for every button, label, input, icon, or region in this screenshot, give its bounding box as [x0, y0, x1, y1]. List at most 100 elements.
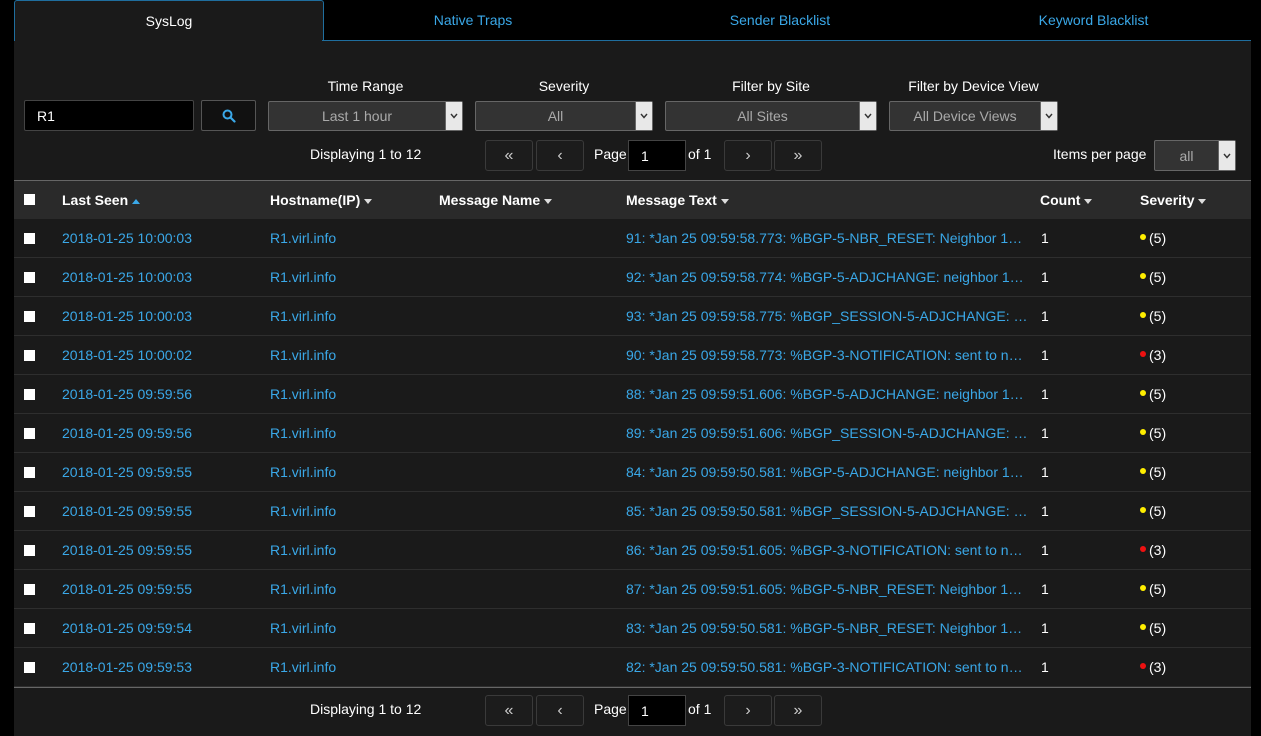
last-seen-link[interactable]: 2018-01-25 09:59:54 [62, 609, 262, 648]
table-row[interactable]: 2018-01-25 10:00:03 R1.virl.info 93: *Jan … [14, 297, 1251, 336]
search-button[interactable] [201, 100, 256, 131]
hostname-link[interactable]: R1.virl.info [270, 219, 430, 258]
message-text-link[interactable]: 93: *Jan 25 09:59:58.775: %BGP_SESSION-5… [626, 297, 1031, 336]
message-text-link[interactable]: 84: *Jan 25 09:59:50.581: %BGP-5-ADJCHAN… [626, 453, 1031, 492]
hostname-link[interactable]: R1.virl.info [270, 531, 430, 570]
row-checkbox[interactable] [24, 350, 35, 361]
message-text-link[interactable]: 85: *Jan 25 09:59:50.581: %BGP_SESSION-5… [626, 492, 1031, 531]
last-seen-link[interactable]: 2018-01-25 09:59:55 [62, 531, 262, 570]
row-checkbox[interactable] [24, 389, 35, 400]
message-text-link[interactable]: 83: *Jan 25 09:59:50.581: %BGP-5-NBR_RES… [626, 609, 1031, 648]
message-text-link[interactable]: 92: *Jan 25 09:59:58.774: %BGP-5-ADJCHAN… [626, 258, 1031, 297]
hostname-link[interactable]: R1.virl.info [270, 648, 430, 687]
table-row[interactable]: 2018-01-25 09:59:55 R1.virl.info 85: *Jan … [14, 492, 1251, 531]
last-seen-link[interactable]: 2018-01-25 10:00:03 [62, 297, 262, 336]
row-checkbox[interactable] [24, 272, 35, 283]
table-row[interactable]: 2018-01-25 09:59:55 R1.virl.info 86: *Jan … [14, 531, 1251, 570]
tab-sender-blacklist[interactable]: Sender Blacklist [624, 0, 936, 41]
message-name-cell [439, 648, 619, 687]
severity-cell: (5) [1140, 453, 1240, 492]
row-checkbox[interactable] [24, 428, 35, 439]
severity-value: (5) [1149, 620, 1167, 636]
message-text-link[interactable]: 88: *Jan 25 09:59:51.606: %BGP-5-ADJCHAN… [626, 375, 1031, 414]
severity-value: (5) [1149, 269, 1167, 285]
row-checkbox[interactable] [24, 233, 35, 244]
hostname-link[interactable]: R1.virl.info [270, 570, 430, 609]
hostname-link[interactable]: R1.virl.info [270, 258, 430, 297]
last-seen-link[interactable]: 2018-01-25 09:59:55 [62, 453, 262, 492]
table-row[interactable]: 2018-01-25 09:59:54 R1.virl.info 83: *Jan … [14, 609, 1251, 648]
sort-icon [1084, 198, 1093, 204]
last-seen-link[interactable]: 2018-01-25 09:59:56 [62, 414, 262, 453]
table-row[interactable]: 2018-01-25 10:00:02 R1.virl.info 90: *Jan … [14, 336, 1251, 375]
items-per-page-select[interactable]: all [1154, 140, 1236, 171]
table-row[interactable]: 2018-01-25 09:59:53 R1.virl.info 82: *Jan … [14, 648, 1251, 687]
hostname-link[interactable]: R1.virl.info [270, 453, 430, 492]
last-seen-link[interactable]: 2018-01-25 09:59:53 [62, 648, 262, 687]
last-seen-link[interactable]: 2018-01-25 10:00:03 [62, 258, 262, 297]
tab-native-traps[interactable]: Native Traps [322, 0, 624, 41]
table-row[interactable]: 2018-01-25 10:00:03 R1.virl.info 91: *Jan … [14, 219, 1251, 258]
hostname-link[interactable]: R1.virl.info [270, 414, 430, 453]
message-text-link[interactable]: 82: *Jan 25 09:59:50.581: %BGP-3-NOTIFIC… [626, 648, 1031, 687]
column-hostname[interactable]: Hostname(IP) [270, 181, 373, 220]
time-range-select[interactable]: Last 1 hour [268, 101, 463, 131]
column-last-seen[interactable]: Last Seen [62, 181, 141, 220]
tab-syslog[interactable]: SysLog [14, 0, 324, 41]
column-message-name[interactable]: Message Name [439, 181, 553, 220]
site-select[interactable]: All Sites [665, 101, 877, 131]
search-input[interactable] [24, 100, 194, 131]
message-text-link[interactable]: 90: *Jan 25 09:59:58.773: %BGP-3-NOTIFIC… [626, 336, 1031, 375]
table-row[interactable]: 2018-01-25 09:59:55 R1.virl.info 84: *Jan … [14, 453, 1251, 492]
next-page-button-bottom[interactable]: › [724, 695, 772, 726]
row-checkbox[interactable] [24, 506, 35, 517]
last-seen-link[interactable]: 2018-01-25 10:00:02 [62, 336, 262, 375]
severity-dot-icon [1140, 507, 1146, 514]
hostname-link[interactable]: R1.virl.info [270, 492, 430, 531]
message-text-link[interactable]: 86: *Jan 25 09:59:51.605: %BGP-3-NOTIFIC… [626, 531, 1031, 570]
last-page-button-bottom[interactable]: » [774, 695, 822, 726]
chevron-down-icon [1218, 141, 1235, 170]
next-page-button-top[interactable]: › [724, 140, 772, 171]
table-row[interactable]: 2018-01-25 09:59:56 R1.virl.info 88: *Jan … [14, 375, 1251, 414]
prev-page-button-top[interactable]: ‹ [536, 140, 584, 171]
count-cell: 1 [1041, 347, 1049, 363]
device-view-select[interactable]: All Device Views [889, 101, 1058, 131]
last-seen-link[interactable]: 2018-01-25 09:59:55 [62, 492, 262, 531]
tab-keyword-blacklist[interactable]: Keyword Blacklist [936, 0, 1251, 41]
sort-icon [720, 198, 729, 204]
page-input-top[interactable] [628, 140, 686, 171]
row-checkbox[interactable] [24, 662, 35, 673]
message-text-link[interactable]: 89: *Jan 25 09:59:51.606: %BGP_SESSION-5… [626, 414, 1031, 453]
row-checkbox[interactable] [24, 467, 35, 478]
prev-page-button-bottom[interactable]: ‹ [536, 695, 584, 726]
first-page-button-bottom[interactable]: « [485, 695, 533, 726]
last-seen-link[interactable]: 2018-01-25 09:59:56 [62, 375, 262, 414]
select-all-checkbox[interactable] [24, 194, 35, 205]
hostname-link[interactable]: R1.virl.info [270, 336, 430, 375]
row-checkbox[interactable] [24, 623, 35, 634]
column-count[interactable]: Count [1040, 181, 1093, 220]
last-seen-link[interactable]: 2018-01-25 09:59:55 [62, 570, 262, 609]
last-page-button-top[interactable]: » [774, 140, 822, 171]
severity-cell: (5) [1140, 492, 1240, 531]
table-row[interactable]: 2018-01-25 09:59:55 R1.virl.info 87: *Jan … [14, 570, 1251, 609]
table-row[interactable]: 2018-01-25 10:00:03 R1.virl.info 92: *Jan … [14, 258, 1251, 297]
column-severity[interactable]: Severity [1140, 181, 1207, 220]
page-input-bottom[interactable] [628, 695, 686, 726]
hostname-link[interactable]: R1.virl.info [270, 375, 430, 414]
message-text-link[interactable]: 87: *Jan 25 09:59:51.605: %BGP-5-NBR_RES… [626, 570, 1031, 609]
hostname-link[interactable]: R1.virl.info [270, 297, 430, 336]
row-checkbox[interactable] [24, 311, 35, 322]
hostname-link[interactable]: R1.virl.info [270, 609, 430, 648]
last-seen-link[interactable]: 2018-01-25 10:00:03 [62, 219, 262, 258]
severity-value: (3) [1149, 659, 1167, 675]
message-text-link[interactable]: 91: *Jan 25 09:59:58.773: %BGP-5-NBR_RES… [626, 219, 1031, 258]
table-row[interactable]: 2018-01-25 09:59:56 R1.virl.info 89: *Jan … [14, 414, 1251, 453]
first-page-button-top[interactable]: « [485, 140, 533, 171]
column-message-text[interactable]: Message Text [626, 181, 729, 220]
row-checkbox[interactable] [24, 545, 35, 556]
search-icon [222, 109, 236, 123]
severity-select[interactable]: All [475, 101, 653, 131]
row-checkbox[interactable] [24, 584, 35, 595]
